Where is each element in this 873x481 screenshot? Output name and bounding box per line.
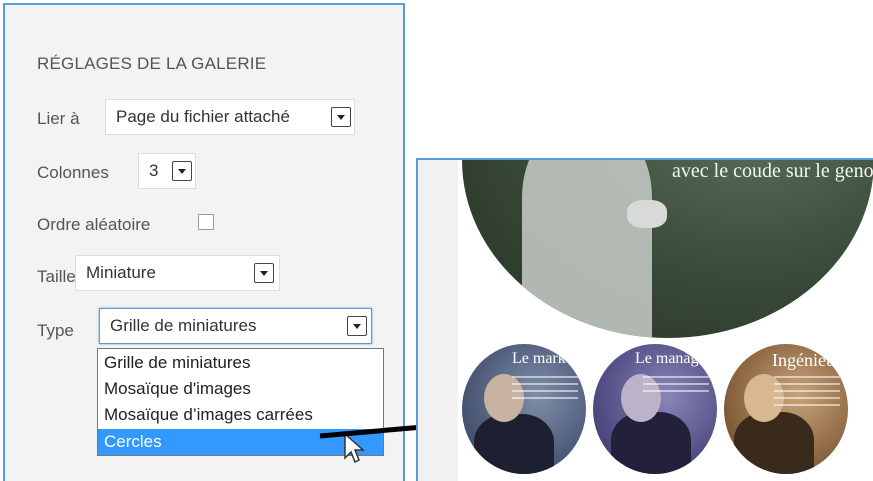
random-order-checkbox[interactable] xyxy=(198,214,214,230)
circle-title: Ingénieur xyxy=(772,350,841,370)
preview-content: avec le coude sur le genou. Le marketing… xyxy=(458,160,873,481)
type-select-value: Grille de miniatures xyxy=(110,316,257,335)
columns-select[interactable]: 3 xyxy=(138,153,196,189)
large-circle-caption: avec le coude sur le genou. xyxy=(672,160,873,182)
chevron-down-icon[interactable] xyxy=(254,263,274,283)
type-select[interactable]: Grille de miniatures xyxy=(99,308,372,344)
photo-figure xyxy=(522,160,652,338)
caption-lines xyxy=(643,376,709,397)
columns-label: Colonnes xyxy=(37,163,109,182)
type-label: Type xyxy=(37,321,74,340)
columns-select-value: 3 xyxy=(149,161,159,180)
photo-figure xyxy=(474,414,554,474)
size-label: Taille xyxy=(37,267,76,286)
chevron-down-icon[interactable] xyxy=(347,316,367,336)
circle-thumbnail-ingenieur: Ingénieur xyxy=(724,344,848,474)
caption-lines xyxy=(512,376,578,404)
circle-title: Le marketing xyxy=(512,350,586,367)
photo-hand xyxy=(627,200,667,228)
link-select[interactable]: Page du fichier attaché xyxy=(105,99,355,135)
circle-title: Le management xyxy=(635,350,717,367)
size-select[interactable]: Miniature xyxy=(75,255,280,291)
photo-figure xyxy=(611,412,691,474)
circle-thumbnail-marketing: Le marketing xyxy=(462,344,586,474)
link-select-value: Page du fichier attaché xyxy=(116,107,290,126)
gallery-preview: avec le coude sur le genou. Le marketing… xyxy=(416,158,873,481)
chevron-down-icon[interactable] xyxy=(331,107,351,127)
link-label: Lier à xyxy=(37,109,80,128)
circle-thumbnail-management: Le management xyxy=(593,344,717,474)
type-option-grid[interactable]: Grille de miniatures xyxy=(98,350,383,376)
type-option-mosaic[interactable]: Mosaïque d'images xyxy=(98,376,383,402)
size-select-value: Miniature xyxy=(86,263,156,282)
random-order-label: Ordre aléatoire xyxy=(37,215,151,234)
panel-title: RÉGLAGES DE LA GALERIE xyxy=(37,54,267,73)
caption-lines xyxy=(774,376,840,411)
photo-figure xyxy=(734,412,814,474)
chevron-down-icon[interactable] xyxy=(172,161,192,181)
large-circle-image: avec le coude sur le genou. xyxy=(462,160,873,338)
